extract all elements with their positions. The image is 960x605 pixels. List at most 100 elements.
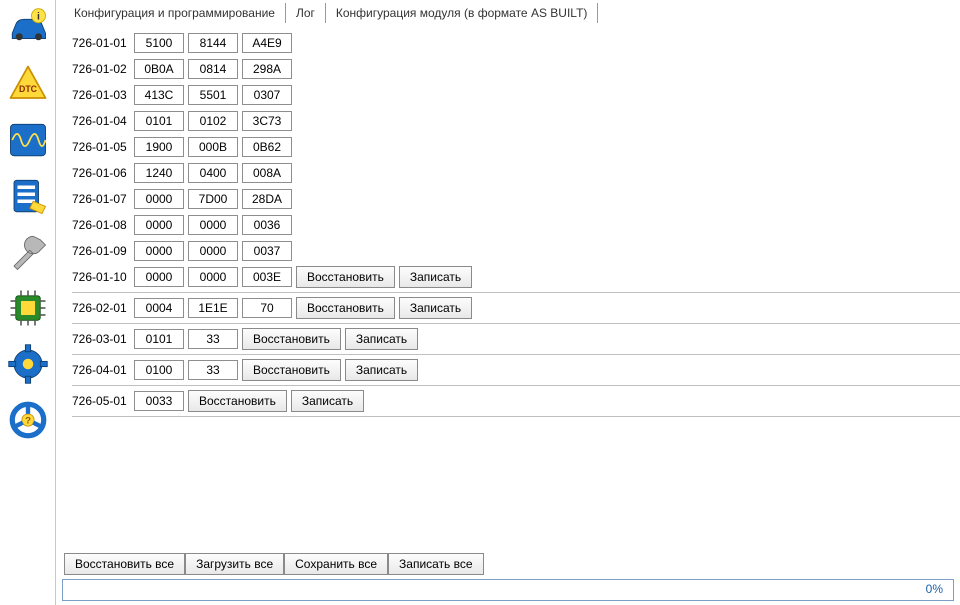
asbuilt-value-input[interactable] [134, 189, 184, 209]
asbuilt-value-input[interactable] [134, 391, 184, 411]
write-button[interactable]: Записать [399, 266, 472, 288]
bottom-bar: Восстановить все Загрузить все Сохранить… [62, 553, 954, 601]
asbuilt-row: 726-01-05 [72, 134, 960, 160]
car-info-icon: i [7, 7, 49, 49]
asbuilt-value-input[interactable] [134, 33, 184, 53]
asbuilt-value-input[interactable] [188, 360, 238, 380]
asbuilt-value-input[interactable] [188, 298, 238, 318]
asbuilt-value-input[interactable] [134, 163, 184, 183]
asbuilt-value-input[interactable] [134, 241, 184, 261]
asbuilt-value-input[interactable] [242, 163, 292, 183]
sidebar-item-settings[interactable] [4, 340, 52, 388]
asbuilt-value-input[interactable] [242, 189, 292, 209]
asbuilt-value-input[interactable] [134, 85, 184, 105]
asbuilt-row: 726-05-01 ВосстановитьЗаписать [72, 388, 960, 414]
sidebar: i DTC [0, 0, 56, 605]
asbuilt-value-input[interactable] [188, 215, 238, 235]
tab-asbuilt[interactable]: Конфигурация модуля (в формате AS BUILT) [326, 3, 599, 23]
asbuilt-row: 726-01-07 [72, 186, 960, 212]
asbuilt-value-input[interactable] [134, 360, 184, 380]
asbuilt-row: 726-01-06 [72, 160, 960, 186]
write-button[interactable]: Записать [399, 297, 472, 319]
asbuilt-row: 726-04-01ВосстановитьЗаписать [72, 357, 960, 383]
asbuilt-value-input[interactable] [188, 137, 238, 157]
restore-button[interactable]: Восстановить [242, 359, 341, 381]
asbuilt-value-input[interactable] [134, 267, 184, 287]
sidebar-item-oscilloscope[interactable] [4, 116, 52, 164]
sidebar-item-tests[interactable] [4, 172, 52, 220]
asbuilt-value-input[interactable] [242, 137, 292, 157]
row-address: 726-01-07 [72, 192, 134, 206]
asbuilt-value-input[interactable] [242, 33, 292, 53]
asbuilt-value-input[interactable] [134, 329, 184, 349]
asbuilt-row: 726-01-09 [72, 238, 960, 264]
tab-log[interactable]: Лог [286, 3, 326, 23]
sidebar-item-help[interactable]: ? [4, 396, 52, 444]
asbuilt-value-input[interactable] [242, 111, 292, 131]
save-all-button[interactable]: Сохранить все [284, 553, 388, 575]
row-address: 726-01-05 [72, 140, 134, 154]
row-address: 726-05-01 [72, 394, 134, 408]
asbuilt-value-input[interactable] [134, 137, 184, 157]
restore-button[interactable]: Восстановить [296, 266, 395, 288]
asbuilt-value-input[interactable] [188, 189, 238, 209]
restore-all-button[interactable]: Восстановить все [64, 553, 185, 575]
write-all-button[interactable]: Записать все [388, 553, 484, 575]
asbuilt-value-input[interactable] [134, 298, 184, 318]
progress-bar: 0% [62, 579, 954, 601]
row-address: 726-01-10 [72, 270, 134, 284]
asbuilt-grid: 726-01-01726-01-02726-01-03726-01-04726-… [62, 26, 960, 417]
block-divider [72, 292, 960, 293]
row-address: 726-01-02 [72, 62, 134, 76]
restore-button[interactable]: Восстановить [242, 328, 341, 350]
write-button[interactable]: Записать [345, 328, 418, 350]
write-button[interactable]: Записать [345, 359, 418, 381]
chip-icon [7, 287, 49, 329]
sidebar-item-service[interactable] [4, 228, 52, 276]
restore-button[interactable]: Восстановить [188, 390, 287, 412]
steering-help-icon: ? [7, 399, 49, 441]
asbuilt-value-input[interactable] [188, 163, 238, 183]
asbuilt-value-input[interactable] [188, 59, 238, 79]
wrench-icon [7, 231, 49, 273]
asbuilt-row: 726-01-01 [72, 30, 960, 56]
gear-icon [7, 343, 49, 385]
asbuilt-value-input[interactable] [188, 267, 238, 287]
bottom-buttons: Восстановить все Загрузить все Сохранить… [62, 553, 954, 575]
asbuilt-value-input[interactable] [134, 215, 184, 235]
asbuilt-value-input[interactable] [188, 85, 238, 105]
asbuilt-value-input[interactable] [242, 215, 292, 235]
sidebar-item-vehicle-info[interactable]: i [4, 4, 52, 52]
progress-text: 0% [926, 582, 943, 596]
asbuilt-value-input[interactable] [242, 85, 292, 105]
restore-button[interactable]: Восстановить [296, 297, 395, 319]
tab-config-programming[interactable]: Конфигурация и программирование [64, 3, 286, 23]
asbuilt-value-input[interactable] [188, 33, 238, 53]
write-button[interactable]: Записать [291, 390, 364, 412]
row-address: 726-03-01 [72, 332, 134, 346]
asbuilt-value-input[interactable] [242, 59, 292, 79]
main-area: Конфигурация и программирование Лог Конф… [62, 0, 960, 562]
svg-text:i: i [37, 10, 40, 22]
asbuilt-value-input[interactable] [242, 267, 292, 287]
row-address: 726-01-03 [72, 88, 134, 102]
asbuilt-value-input[interactable] [242, 298, 292, 318]
asbuilt-row: 726-01-08 [72, 212, 960, 238]
asbuilt-value-input[interactable] [188, 329, 238, 349]
block-divider [72, 354, 960, 355]
asbuilt-value-input[interactable] [134, 111, 184, 131]
block-divider [72, 385, 960, 386]
row-address: 726-02-01 [72, 301, 134, 315]
asbuilt-value-input[interactable] [188, 241, 238, 261]
asbuilt-value-input[interactable] [188, 111, 238, 131]
checklist-icon [7, 175, 49, 217]
sidebar-item-dtc[interactable]: DTC [4, 60, 52, 108]
dtc-warning-icon: DTC [7, 63, 49, 105]
sidebar-item-module-config[interactable] [4, 284, 52, 332]
asbuilt-row: 726-01-10 ВосстановитьЗаписать [72, 264, 960, 290]
svg-text:DTC: DTC [19, 84, 38, 94]
asbuilt-value-input[interactable] [242, 241, 292, 261]
asbuilt-value-input[interactable] [134, 59, 184, 79]
svg-text:?: ? [25, 416, 31, 427]
load-all-button[interactable]: Загрузить все [185, 553, 284, 575]
